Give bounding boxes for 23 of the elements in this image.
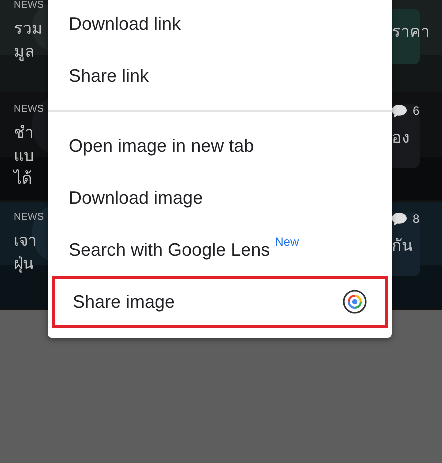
headline-fragment: ราคา [392, 21, 430, 43]
headline-fragment: ได้ [14, 168, 33, 190]
headline-fragment: แบ [14, 145, 35, 167]
news-tag: NEWS [14, 104, 48, 115]
headline-fragment: เจา [14, 230, 38, 252]
headline-fragment: กัน [392, 235, 413, 257]
menu-item[interactable]: Share image [52, 276, 388, 328]
headline-fragment: อง [392, 127, 410, 149]
menu-item[interactable]: Search with Google Lens $^{New}$ [48, 224, 392, 276]
headline-fragment: รวม [14, 18, 44, 40]
lens-icon [343, 290, 367, 314]
comment-count: 8 [413, 212, 420, 226]
headline-fragment: มูล [14, 41, 36, 63]
headline-fragment: ชำ [14, 122, 35, 144]
news-tag: NEWS [14, 0, 48, 11]
comment-icon [392, 212, 407, 226]
menu-item[interactable]: Download image [48, 172, 392, 224]
menu-item[interactable]: Download link [48, 0, 392, 50]
comment-count: 6 [413, 104, 420, 118]
news-tag: NEWS [14, 212, 48, 223]
menu-item[interactable]: Open image in new tab [48, 120, 392, 172]
headline-fragment: ฝุ่น [14, 253, 35, 275]
menu-item[interactable]: Share link [48, 50, 392, 102]
